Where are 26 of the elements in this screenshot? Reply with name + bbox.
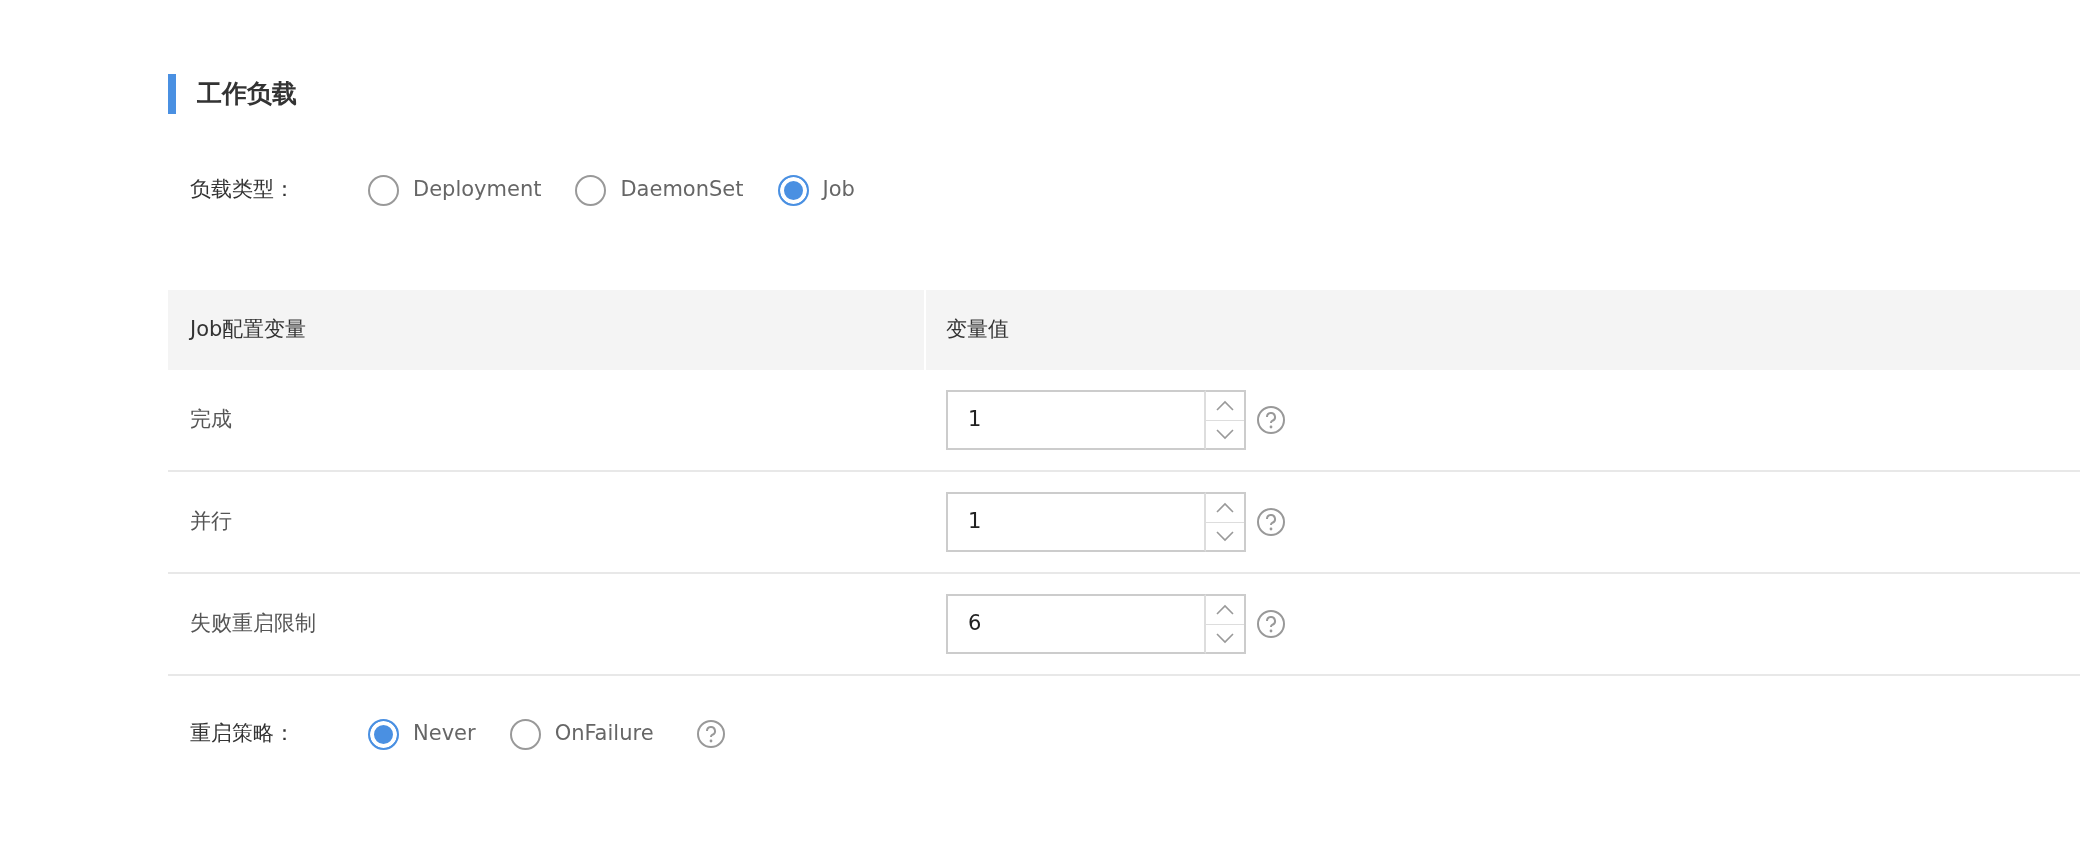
chevron-up-icon — [1215, 399, 1235, 412]
number-field[interactable]: 1 — [946, 492, 1206, 552]
number-field[interactable]: 6 — [946, 594, 1206, 654]
table-cell: 失败重启限制 — [168, 608, 926, 640]
help-icon[interactable] — [1256, 507, 1286, 537]
radio-option[interactable]: DaemonSet — [575, 174, 744, 206]
table-cell: 并行 — [168, 506, 926, 538]
table-cell: 完成 — [168, 404, 926, 436]
column-header: 变量值 — [945, 316, 1010, 344]
chevron-down-icon — [1215, 428, 1235, 441]
section-title: 工作负载 — [168, 74, 2080, 114]
radio-option[interactable]: Deployment — [368, 174, 542, 206]
help-icon[interactable] — [1256, 609, 1286, 639]
chevron-down-icon — [1215, 632, 1235, 645]
number-field[interactable]: 1 — [946, 390, 1206, 450]
chevron-down-icon — [1215, 530, 1235, 543]
field-label: 负载类型： — [190, 176, 296, 204]
radio-option[interactable]: Never — [368, 718, 476, 750]
radio-option[interactable]: Job — [777, 174, 855, 206]
help-icon[interactable] — [695, 719, 726, 749]
help-icon[interactable] — [1256, 405, 1286, 435]
radio-option[interactable]: OnFailure — [509, 718, 654, 750]
chevron-up-icon — [1215, 501, 1235, 514]
column-header: Job配置变量 — [168, 290, 926, 370]
field-label: 重启策略： — [190, 720, 296, 748]
chevron-up-icon — [1215, 603, 1235, 616]
